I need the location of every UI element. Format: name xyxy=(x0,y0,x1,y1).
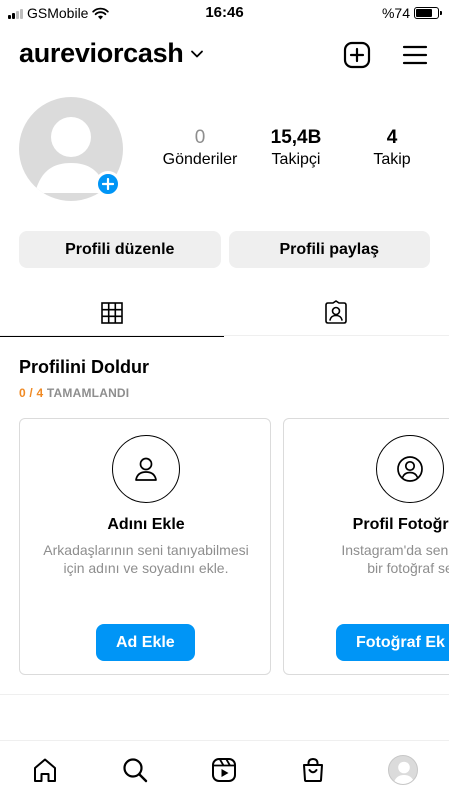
stat-following[interactable]: 4 Takip xyxy=(347,127,437,169)
bottom-nav xyxy=(0,740,449,800)
stat-value: 4 xyxy=(386,127,398,148)
create-button[interactable] xyxy=(342,40,372,70)
section-divider xyxy=(0,694,449,695)
progress-count: 0 / 4 xyxy=(19,386,44,400)
stat-label: Gönderiler xyxy=(162,151,238,168)
username: aureviorcash xyxy=(19,38,184,68)
card-icon-ring xyxy=(376,435,444,503)
battery-percent: %74 xyxy=(381,5,410,21)
person-icon xyxy=(135,457,157,481)
share-profile-button[interactable]: Profili paylaş xyxy=(228,231,430,268)
menu-icon xyxy=(402,45,428,65)
card-add-name: Adını Ekle Arkadaşlarının seni tanıyabil… xyxy=(19,418,271,675)
nav-reels[interactable] xyxy=(207,753,241,787)
tagged-icon xyxy=(325,300,347,324)
shop-icon xyxy=(303,757,323,782)
card-title: Profil Fotoğrafı xyxy=(352,516,449,533)
stat-label: Takipçi xyxy=(271,151,321,168)
account-switcher[interactable]: aureviorcash xyxy=(19,38,204,69)
edit-profile-button[interactable]: Profili düzenle xyxy=(19,231,221,268)
stat-label: Takip xyxy=(373,151,411,168)
complete-profile-title: Profilini Doldur xyxy=(19,357,149,377)
complete-profile-progress: 0 / 4 TAMAMLANDI xyxy=(19,386,129,400)
home-icon xyxy=(34,758,56,782)
grid-icon xyxy=(101,302,123,324)
stat-value: 15,4B xyxy=(270,127,322,148)
card-description-line: bir fotoğraf se xyxy=(367,560,449,576)
nav-shop[interactable] xyxy=(296,753,330,787)
card-title: Adını Ekle xyxy=(107,516,185,533)
profile-avatar xyxy=(388,755,418,785)
card-description-line: için adını ve soyadını ekle. xyxy=(63,560,229,576)
progress-label: TAMAMLANDI xyxy=(46,386,130,400)
add-photo-card-button[interactable]: Fotoğraf Ek xyxy=(336,624,449,661)
tab-posts-grid[interactable] xyxy=(0,290,224,337)
tab-tagged[interactable] xyxy=(224,290,448,336)
reels-icon xyxy=(212,758,236,782)
nav-search[interactable] xyxy=(118,753,152,787)
card-description-line: Instagram'da seni tem xyxy=(341,542,449,558)
create-plus-icon xyxy=(343,41,371,69)
suggestion-cards: Adını Ekle Arkadaşlarının seni tanıyabil… xyxy=(19,418,449,675)
profile-header: aureviorcash xyxy=(0,34,449,78)
card-add-profile-photo: Profil Fotoğrafı Instagram'da seni tem b… xyxy=(283,418,449,675)
stat-followers[interactable]: 15,4B Takipçi xyxy=(251,127,341,169)
profile-avatar-large[interactable] xyxy=(19,97,123,201)
card-description: Instagram'da seni tem bir fotoğraf se xyxy=(292,541,449,577)
stat-value: 0 xyxy=(194,127,206,148)
card-description-line: Arkadaşlarının seni tanıyabilmesi xyxy=(43,542,249,558)
add-name-button[interactable]: Ad Ekle xyxy=(96,624,195,661)
status-bar: GSMobile 16:46 %74 xyxy=(0,0,449,26)
status-right: %74 xyxy=(381,5,442,21)
search-icon xyxy=(123,758,148,783)
card-description: Arkadaşlarının seni tanıyabilmesi için a… xyxy=(28,541,264,577)
profile-photo-icon xyxy=(397,456,423,482)
nav-profile[interactable] xyxy=(386,753,420,787)
chevron-down-icon xyxy=(190,50,203,57)
nav-home[interactable] xyxy=(28,753,62,787)
profile-tabs xyxy=(0,290,449,337)
add-photo-button[interactable] xyxy=(95,171,121,197)
card-icon-ring xyxy=(112,435,180,503)
battery-icon xyxy=(414,7,442,19)
default-person-silhouette-icon xyxy=(393,761,415,784)
plus-icon xyxy=(102,178,114,190)
profile-actions: Profili düzenle Profili paylaş xyxy=(19,231,430,268)
menu-button[interactable] xyxy=(400,40,430,70)
stat-posts[interactable]: 0 Gönderiler xyxy=(155,127,245,169)
